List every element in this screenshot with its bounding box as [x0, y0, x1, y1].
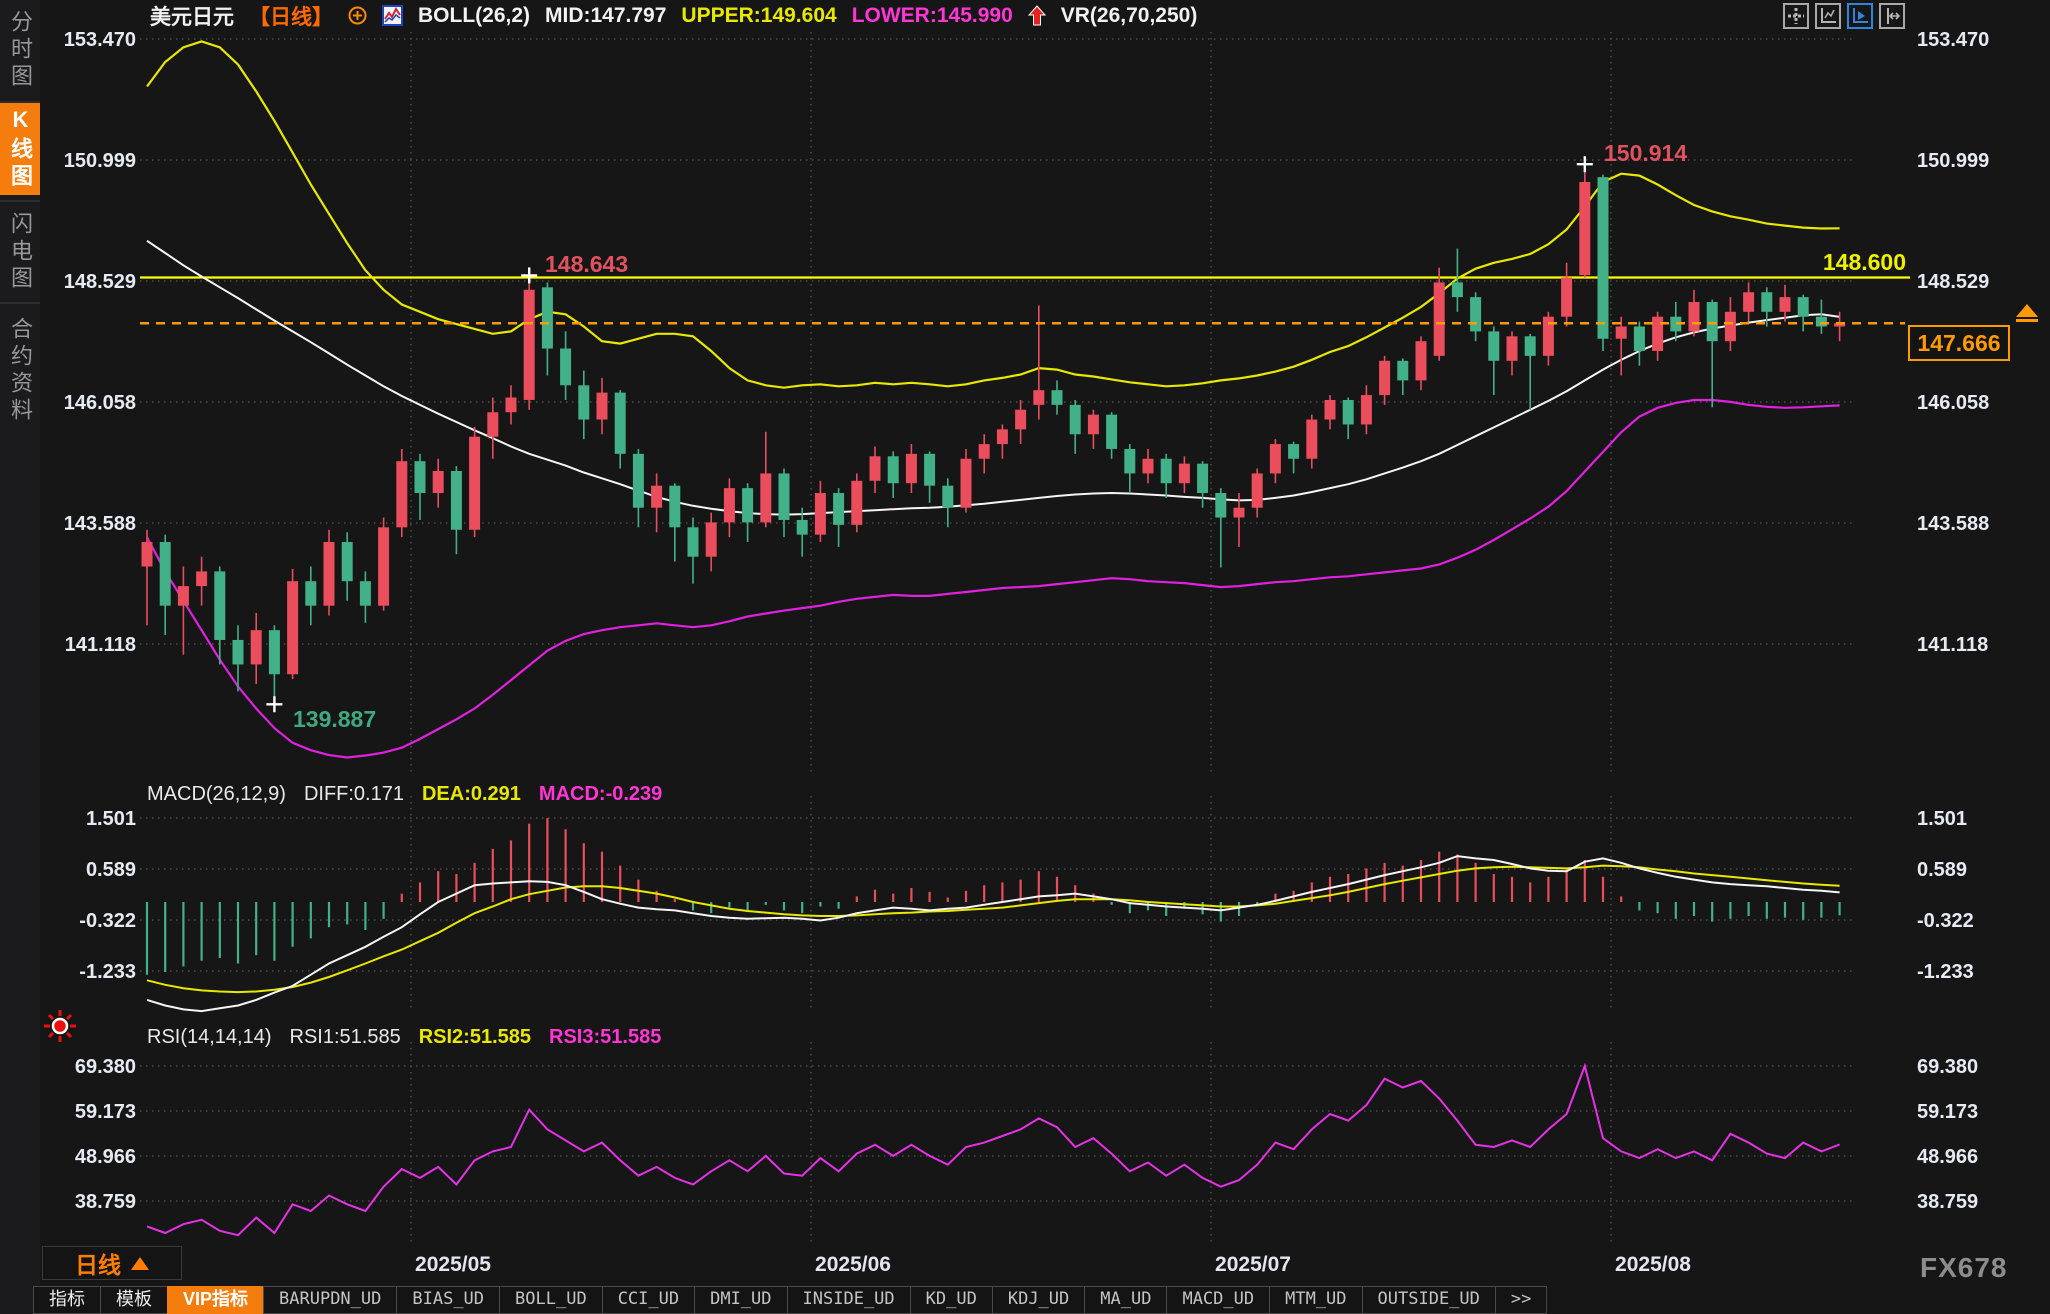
- x-axis-label: 2025/06: [815, 1253, 891, 1276]
- rsi-label: RSI(14,14,14): [147, 1026, 272, 1049]
- rsi2-value: RSI2:51.585: [419, 1026, 531, 1049]
- svg-text:153.470: 153.470: [1917, 29, 1989, 51]
- rsi3-value: RSI3:51.585: [549, 1026, 661, 1049]
- svg-text:150.999: 150.999: [1917, 150, 1989, 172]
- bottom-tab-5[interactable]: BIAS_UD: [396, 1286, 500, 1314]
- svg-text:59.173: 59.173: [1917, 1101, 1978, 1123]
- svg-text:150.999: 150.999: [64, 150, 136, 172]
- rsi1-value: RSI1:51.585: [290, 1026, 401, 1049]
- macd-header: MACD(26,12,9) DIFF:0.171 DEA:0.291 MACD:…: [147, 783, 662, 806]
- live-indicator-icon: [42, 1008, 78, 1049]
- macd-value: MACD:-0.239: [539, 783, 662, 806]
- svg-text:0.589: 0.589: [86, 859, 136, 881]
- trading-app: 分时图K线图闪电图合约资料 美元日元 【日线】 BOLL(26,2) MID:1…: [0, 0, 2050, 1314]
- svg-text:148.529: 148.529: [64, 271, 136, 293]
- svg-text:1.501: 1.501: [1917, 808, 1967, 830]
- main-chart-svg[interactable]: 153.470 153.470 150.999 150.999 148.529 148.5…: [0, 0, 2050, 1314]
- x-axis-label: 2025/07: [1215, 1253, 1291, 1276]
- svg-text:153.470: 153.470: [64, 29, 136, 51]
- price-marks: [266, 156, 1592, 712]
- macd-histogram: [147, 818, 1840, 975]
- bottom-tab-7[interactable]: CCI_UD: [602, 1286, 695, 1314]
- svg-text:69.380: 69.380: [75, 1056, 136, 1078]
- candles-layer: [142, 164, 1846, 704]
- macd-diff-value: DIFF:0.171: [304, 783, 404, 806]
- bottom-tab-10[interactable]: KD_UD: [910, 1286, 993, 1314]
- x-axis-label: 2025/05: [415, 1253, 491, 1276]
- bottom-tab-14[interactable]: MTM_UD: [1269, 1286, 1362, 1314]
- svg-text:1.501: 1.501: [86, 808, 136, 830]
- macd-dea-value: DEA:0.291: [422, 783, 521, 806]
- bottom-tab-15[interactable]: OUTSIDE_UD: [1362, 1286, 1496, 1314]
- indicator-tab-bar: 指标模板VIP指标BARUPDN_UDBIAS_UDBOLL_UDCCI_UDD…: [34, 1286, 1547, 1314]
- svg-text:-0.322: -0.322: [1917, 910, 1974, 932]
- svg-text:-1.233: -1.233: [1917, 961, 1974, 983]
- watermark: FX678: [1920, 1252, 2008, 1284]
- boll-lower-line: [147, 400, 1840, 758]
- ann-hline-label: 148.600: [1726, 249, 1906, 276]
- bottom-tab-12[interactable]: MA_UD: [1084, 1286, 1167, 1314]
- bottom-tab-8[interactable]: DMI_UD: [694, 1286, 787, 1314]
- bottom-tab-6[interactable]: BOLL_UD: [499, 1286, 603, 1314]
- rsi-line: [147, 1066, 1840, 1235]
- svg-text:141.118: 141.118: [1917, 634, 1988, 656]
- bottom-tab-2[interactable]: 模板: [100, 1286, 168, 1314]
- period-selector[interactable]: 日线: [42, 1246, 182, 1280]
- svg-text:-0.322: -0.322: [79, 910, 136, 932]
- svg-text:143.588: 143.588: [1917, 513, 1989, 535]
- svg-text:146.058: 146.058: [64, 392, 136, 414]
- bottom-tab-1[interactable]: 指标: [33, 1286, 101, 1314]
- axis-labels: 153.470 153.470 150.999 150.999 148.529 148.5…: [64, 29, 1990, 1276]
- x-axis-label: 2025/08: [1615, 1253, 1691, 1276]
- annotation-may-high: 148.643: [545, 251, 628, 278]
- svg-text:0.589: 0.589: [1917, 859, 1967, 881]
- macd-label: MACD(26,12,9): [147, 783, 286, 806]
- svg-text:146.058: 146.058: [1917, 392, 1989, 414]
- svg-text:143.588: 143.588: [64, 513, 136, 535]
- rsi-header: RSI(14,14,14) RSI1:51.585 RSI2:51.585 RS…: [147, 1026, 661, 1049]
- annotation-july-high: 150.914: [1604, 140, 1687, 167]
- svg-text:48.966: 48.966: [75, 1146, 136, 1168]
- bottom-tab-16[interactable]: >>: [1495, 1286, 1547, 1314]
- annotation-april-low: 139.887: [293, 706, 376, 733]
- period-label: 日线: [75, 1246, 121, 1280]
- triangle-up-icon: [131, 1257, 149, 1270]
- svg-text:148.529: 148.529: [1917, 271, 1989, 293]
- svg-text:48.966: 48.966: [1917, 1146, 1978, 1168]
- svg-text:141.118: 141.118: [65, 634, 136, 656]
- last-price-tag: 147.666: [1908, 325, 2010, 361]
- bottom-tab-4[interactable]: BARUPDN_UD: [263, 1286, 397, 1314]
- price-up-marker-icon: [2016, 304, 2040, 324]
- bottom-tab-3[interactable]: VIP指标: [167, 1286, 264, 1314]
- bottom-tab-13[interactable]: MACD_UD: [1166, 1286, 1270, 1314]
- bottom-tab-9[interactable]: INSIDE_UD: [787, 1286, 911, 1314]
- svg-text:38.759: 38.759: [1917, 1191, 1978, 1213]
- svg-text:59.173: 59.173: [75, 1101, 136, 1123]
- svg-text:69.380: 69.380: [1917, 1056, 1978, 1078]
- bottom-tab-11[interactable]: KDJ_UD: [992, 1286, 1085, 1314]
- svg-text:-1.233: -1.233: [79, 961, 136, 983]
- svg-text:38.759: 38.759: [75, 1191, 136, 1213]
